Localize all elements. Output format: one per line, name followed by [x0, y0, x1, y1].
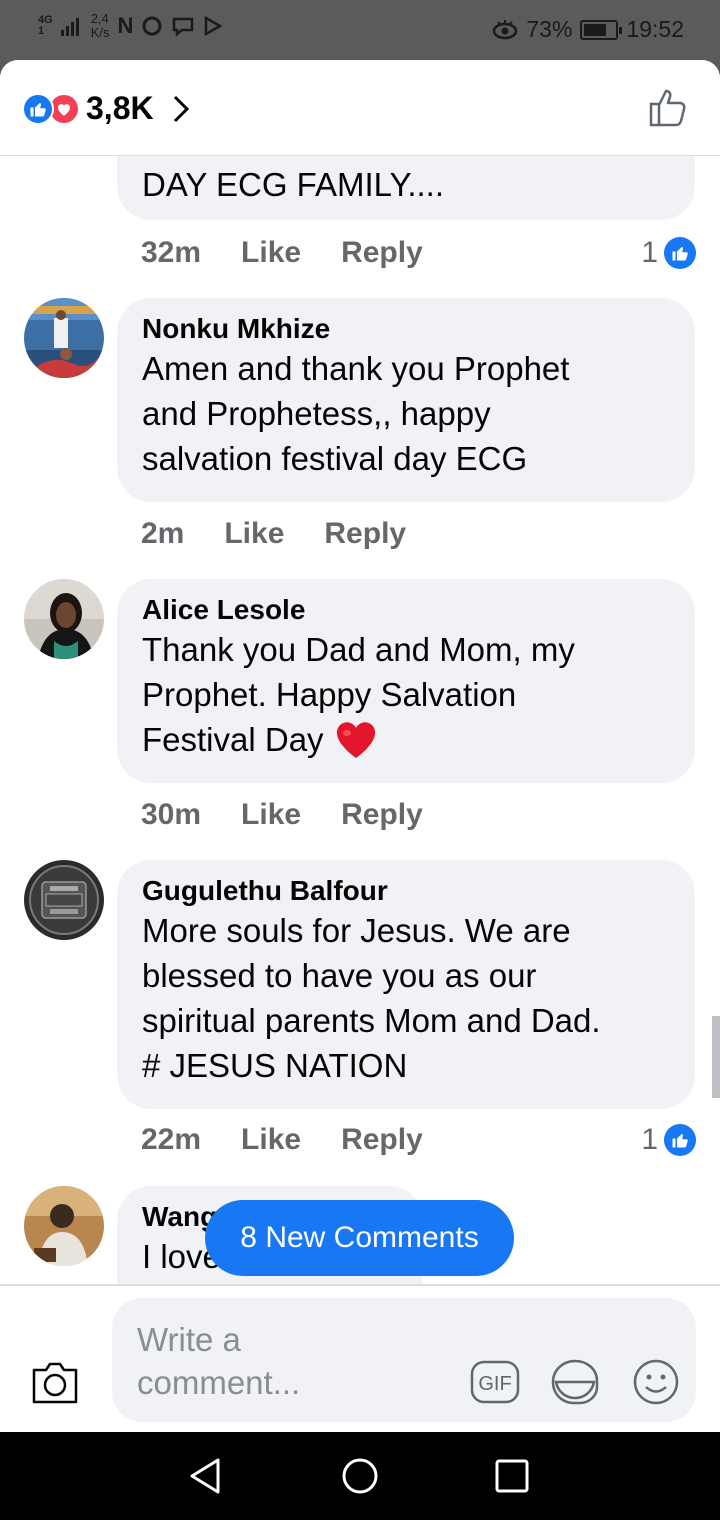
reply-button[interactable]: Reply	[341, 236, 423, 270]
comment-text-segment: Festival Day	[142, 721, 324, 758]
avatar[interactable]	[24, 1186, 104, 1266]
like-button[interactable]: Like	[241, 798, 301, 832]
like-outline-icon[interactable]	[648, 86, 690, 128]
comment-meta: 30m Like Reply	[141, 798, 423, 832]
like-count-number: 1	[641, 1123, 658, 1156]
back-icon[interactable]	[186, 1454, 226, 1498]
comment-placeholder: Write a comment...	[137, 1318, 377, 1404]
gif-button[interactable]: GIF	[470, 1360, 520, 1409]
new-comments-button[interactable]: 8 New Comments	[205, 1200, 514, 1276]
comment-author[interactable]: Nonku Mkhize	[142, 312, 670, 346]
like-reaction-icon	[22, 92, 54, 125]
reactions-summary[interactable]: 3,8K	[22, 90, 190, 127]
gif-label: GIF	[478, 1373, 511, 1395]
comment-meta: 32m Like Reply	[141, 236, 423, 270]
network-sub: 1	[38, 25, 45, 37]
comment-time: 22m	[141, 1123, 202, 1156]
comment-text-line: Thank you Dad and Mom, my	[142, 631, 575, 668]
placeholder-line: Write a	[137, 1321, 241, 1358]
like-count-number: 1	[641, 236, 658, 269]
battery-icon	[580, 19, 623, 40]
o-icon	[142, 16, 162, 36]
comment-author[interactable]: Gugulethu Balfour	[142, 874, 670, 908]
comments-sheet: 3,8K DAY ECG FAMILY.... 32m Like Reply 1	[0, 60, 720, 1432]
placeholder-line: comment...	[137, 1364, 301, 1401]
recent-apps-icon[interactable]	[494, 1458, 530, 1494]
comment-text-line: and Prophetess,, happy	[142, 395, 491, 432]
like-button[interactable]: Like	[224, 517, 284, 551]
camera-icon[interactable]	[30, 1360, 80, 1406]
comment-like-count[interactable]: 1	[641, 236, 696, 270]
speed-value: 2,4	[90, 11, 109, 26]
comment-text: More souls for Jesus. We are blessed to …	[142, 908, 670, 1088]
reply-button[interactable]: Reply	[324, 517, 406, 551]
status-bar: 4G 1 2,4 K/s N 73% 19:52	[0, 0, 720, 60]
battery-fill	[584, 23, 607, 36]
comment-bubble[interactable]: Gugulethu Balfour More souls for Jesus. …	[117, 860, 695, 1109]
chevron-right-icon	[173, 95, 189, 122]
chat-icon	[173, 17, 194, 37]
comment-text-line: # JESUS NATION	[142, 1047, 408, 1084]
comment-text-line: More souls for Jesus. We are	[142, 912, 571, 949]
comment-time: 32m	[141, 236, 202, 269]
comment-meta: 2m Like Reply	[141, 517, 406, 551]
comment-text-line: spiritual parents Mom and Dad.	[142, 1002, 601, 1039]
play-icon	[205, 15, 223, 37]
comment-meta: 22m Like Reply	[141, 1123, 423, 1157]
like-badge-icon	[664, 237, 696, 269]
comment-composer: Write a comment... GIF	[0, 1284, 720, 1432]
like-button[interactable]: Like	[241, 236, 301, 270]
sheet-header: 3,8K	[0, 60, 720, 156]
scrollbar-thumb[interactable]	[712, 1016, 720, 1098]
reaction-count: 3,8K	[86, 90, 154, 126]
network-indicator: 4G 1	[38, 15, 53, 37]
avatar[interactable]	[24, 298, 104, 378]
comment-text-line: salvation festival day ECG	[142, 440, 528, 477]
status-left: 4G 1 2,4 K/s N	[38, 12, 223, 40]
home-icon[interactable]	[340, 1454, 380, 1498]
reply-button[interactable]: Reply	[341, 1123, 423, 1157]
comment-text-line: blessed to have you as our	[142, 957, 537, 994]
system-nav-bar	[0, 1432, 720, 1520]
emoji-icon[interactable]	[632, 1358, 680, 1406]
like-badge-icon	[664, 1124, 696, 1156]
like-button[interactable]: Like	[241, 1123, 301, 1157]
comment-bubble[interactable]: Nonku Mkhize Amen and thank you Prophet …	[117, 298, 695, 502]
comment-time: 30m	[141, 798, 202, 831]
data-speed: 2,4 K/s	[91, 12, 110, 40]
comment-text-line: Amen and thank you Prophet	[142, 350, 570, 387]
comment-text-line: Festival Day	[142, 717, 670, 762]
comment-author[interactable]: Alice Lesole	[142, 593, 670, 627]
status-right: 73% 19:52	[492, 16, 684, 43]
comment-time: 2m	[141, 517, 185, 550]
comment-bubble[interactable]: DAY ECG FAMILY....	[117, 156, 695, 220]
sticker-icon[interactable]	[550, 1358, 600, 1406]
comment-input[interactable]: Write a comment... GIF	[112, 1298, 696, 1422]
comment-text: Thank you Dad and Mom, my Prophet. Happy…	[142, 627, 670, 762]
signal-icon	[60, 18, 79, 36]
comment-bubble[interactable]: Alice Lesole Thank you Dad and Mom, my P…	[117, 579, 695, 783]
comment-text: Amen and thank you Prophet and Prophetes…	[142, 346, 670, 481]
avatar[interactable]	[24, 860, 104, 940]
comment-text: DAY ECG FAMILY....	[142, 166, 444, 203]
heart-emoji-icon	[336, 721, 375, 758]
avatar[interactable]	[24, 579, 104, 659]
comment-list: DAY ECG FAMILY.... 32m Like Reply 1 Nonk…	[0, 156, 720, 1284]
eye-comfort-icon	[493, 19, 518, 39]
clock: 19:52	[626, 16, 684, 42]
reply-button[interactable]: Reply	[341, 798, 423, 832]
comment-text-line: Prophet. Happy Salvation	[142, 676, 517, 713]
speed-unit: K/s	[90, 25, 110, 40]
comment-like-count[interactable]: 1	[641, 1123, 696, 1157]
n-icon: N	[117, 13, 134, 38]
battery-percent: 73%	[526, 16, 573, 42]
